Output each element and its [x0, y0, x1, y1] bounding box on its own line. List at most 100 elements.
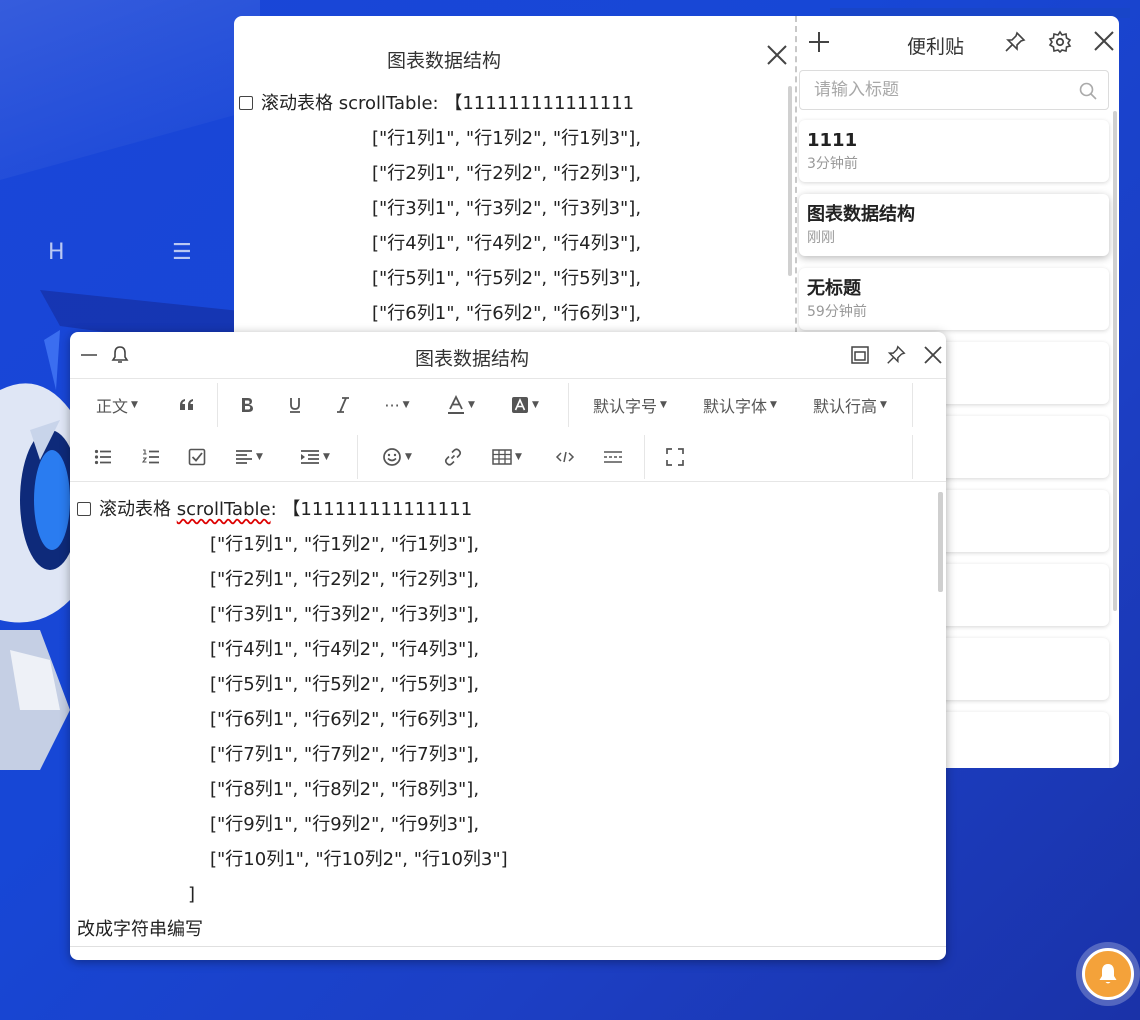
table-dropdown[interactable]: ▼: [484, 431, 530, 483]
background-decoration: [0, 0, 260, 180]
search-input[interactable]: [814, 71, 1074, 109]
note-title: 图表数据结构: [807, 204, 915, 225]
align-left-icon: [236, 450, 253, 464]
font-color-dropdown[interactable]: ▼: [440, 379, 482, 431]
note-card-active[interactable]: 图表数据结构 刚刚: [799, 194, 1109, 256]
paragraph-style-label: 正文: [96, 397, 129, 416]
bold-icon: [242, 398, 253, 412]
pin-icon[interactable]: [1003, 30, 1027, 54]
robot-mascot-illustration: [0, 330, 80, 770]
toolbar-separator: [912, 435, 913, 479]
notification-button-inner: [1082, 948, 1134, 1000]
text-line: ["行10列1", "行10列2", "行10列3"]: [210, 849, 508, 870]
divider: [70, 946, 946, 947]
font-size-dropdown[interactable]: 默认字号 ▼: [584, 379, 676, 431]
font-family-dropdown[interactable]: 默认字体 ▼: [694, 379, 786, 431]
table-icon: [492, 449, 512, 465]
note-content[interactable]: 滚动表格 scrollTable: 【111111111111111 ["行1列…: [238, 86, 788, 331]
note-card[interactable]: 1111 3分钟前: [799, 120, 1109, 182]
gear-icon[interactable]: [1048, 30, 1072, 54]
indent-icon: [301, 450, 320, 464]
background-nav-letter: H: [48, 240, 65, 265]
underline-button[interactable]: [278, 379, 312, 431]
close-icon[interactable]: [924, 346, 942, 364]
text-line: ["行5列1", "行5列2", "行5列3"],: [210, 674, 480, 695]
toolbar-row: 正文 ▼ ··· ▼ ▼ ▼ 默认字号 ▼ 默认字体 ▼ 默认行高 ▼: [70, 379, 946, 431]
text-line: ["行4列1", "行4列2", "行4列3"],: [210, 639, 480, 660]
window-title: 图表数据结构: [414, 348, 529, 370]
bell-icon: [1099, 964, 1117, 984]
fullscreen-button[interactable]: [658, 431, 692, 483]
quote-icon: [180, 399, 193, 410]
editor-content[interactable]: 滚动表格 scrollTable: 【111111111111111 ["行1列…: [76, 492, 936, 947]
scrollbar[interactable]: [1113, 111, 1117, 611]
align-dropdown[interactable]: ▼: [226, 431, 272, 483]
checkbox[interactable]: [239, 96, 253, 110]
notification-button[interactable]: [1076, 942, 1140, 1006]
highlight-icon: [512, 397, 529, 413]
bold-button[interactable]: [230, 379, 264, 431]
line-height-dropdown[interactable]: 默认行高 ▼: [804, 379, 896, 431]
text-line: ["行2列1", "行2列2", "行2列3"],: [210, 569, 480, 590]
text-line: ["行3列1", "行3列2", "行3列3"],: [372, 198, 642, 219]
todo-list-button[interactable]: [180, 431, 214, 483]
note-window-back[interactable]: 图表数据结构 滚动表格 scrollTable: 【11111111111111…: [234, 16, 798, 346]
text-line: ["行8列1", "行8列2", "行8列3"],: [210, 779, 480, 800]
add-note-icon[interactable]: [807, 30, 831, 54]
line-height-label: 默认行高: [813, 397, 878, 416]
text-line: ["行4列1", "行4列2", "行4列3"],: [372, 233, 642, 254]
note-time: 3分钟前: [807, 156, 858, 172]
panel-title: 便利贴: [907, 36, 965, 58]
emoji-icon: [383, 448, 401, 466]
fullscreen-icon: [666, 448, 684, 466]
link-icon: [444, 448, 462, 466]
font-size-label: 默认字号: [593, 397, 658, 416]
close-icon[interactable]: [1093, 30, 1115, 52]
more-label: ···: [384, 395, 400, 415]
background-color-dropdown[interactable]: ▼: [504, 379, 546, 431]
emoji-dropdown[interactable]: ▼: [374, 431, 420, 483]
italic-icon: [337, 397, 349, 413]
numbered-list-button[interactable]: [134, 431, 168, 483]
toolbar-separator: [912, 383, 913, 427]
text-line: ["行6列1", "行6列2", "行6列3"],: [372, 303, 642, 324]
code-button[interactable]: [548, 431, 582, 483]
indent-dropdown[interactable]: ▼: [292, 431, 338, 483]
note-card[interactable]: 无标题 59分钟前: [799, 268, 1109, 330]
close-icon[interactable]: [766, 44, 788, 66]
text-line: ["行7列1", "行7列2", "行7列3"],: [210, 744, 480, 765]
checkbox[interactable]: [77, 502, 91, 516]
divider-button[interactable]: [596, 431, 630, 483]
note-title: 无标题: [807, 278, 861, 299]
horizontal-rule-icon: [604, 451, 622, 463]
text-line: 滚动表格 scrollTable: 【111111111111111: [76, 492, 936, 527]
bulleted-list-button[interactable]: [86, 431, 120, 483]
note-time: 59分钟前: [807, 304, 867, 320]
toolbar-separator: [644, 435, 645, 479]
text-line: ["行1列1", "行1列2", "行1列3"],: [372, 128, 642, 149]
checkbox-icon: [188, 448, 206, 466]
text-line: 滚动表格 scrollTable: 【111111111111111: [238, 86, 788, 121]
window-title: 图表数据结构: [386, 50, 501, 72]
note-editor-window: 图表数据结构 正文 ▼ ··· ▼ ▼ ▼ 默认字号 ▼ 默认字体 ▼ 默认行高…: [70, 332, 946, 960]
pin-icon[interactable]: [885, 344, 907, 366]
quote-button[interactable]: [170, 379, 204, 431]
bulleted-list-icon: [94, 449, 111, 465]
font-color-icon: [448, 395, 465, 414]
scrollbar[interactable]: [938, 492, 943, 592]
toolbar-row: ▼ ▼ ▼ ▼: [70, 431, 946, 483]
font-family-label: 默认字体: [703, 397, 768, 416]
italic-button[interactable]: [326, 379, 360, 431]
more-format-dropdown[interactable]: ··· ▼: [374, 379, 420, 431]
background-menu-icon: ☰: [172, 240, 192, 265]
text-line: ["行6列1", "行6列2", "行6列3"],: [210, 709, 480, 730]
toolbar-separator: [217, 383, 218, 427]
link-button[interactable]: [436, 431, 470, 483]
code-icon: [555, 451, 575, 463]
maximize-icon[interactable]: [850, 345, 870, 365]
search-icon[interactable]: [1078, 81, 1098, 101]
paragraph-style-dropdown[interactable]: 正文 ▼: [86, 379, 148, 431]
text-line: ["行9列1", "行9列2", "行9列3"],: [210, 814, 480, 835]
underline-icon: [290, 398, 300, 413]
scrollbar[interactable]: [788, 86, 792, 276]
